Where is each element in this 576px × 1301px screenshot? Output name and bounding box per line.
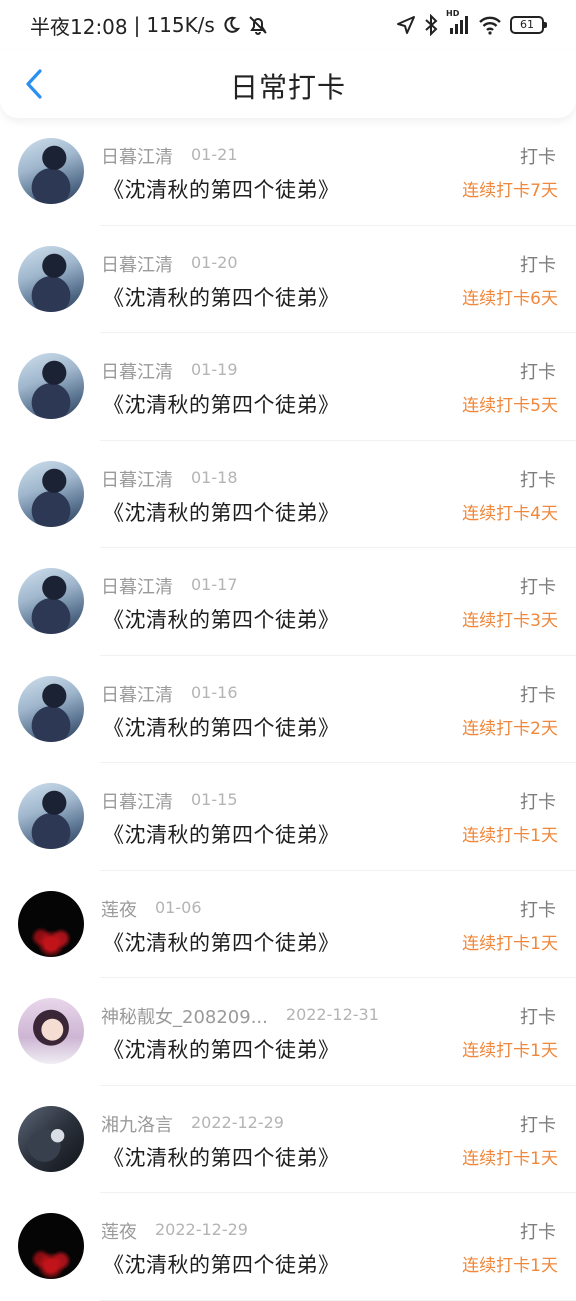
user-name[interactable]: 日暮江清	[101, 573, 173, 599]
streak-label: 连续打卡4天	[462, 503, 558, 524]
book-title[interactable]: 《沈清秋的第四个徒弟》	[103, 1142, 340, 1172]
checkin-list: 日暮江清 01-21 《沈清秋的第四个徒弟》 打卡 连续打卡7天 日暮江清 01-20 《沈清…	[0, 118, 576, 1301]
checkin-label: 打卡	[520, 577, 556, 598]
checkin-label: 打卡	[520, 684, 556, 706]
avatar[interactable]	[18, 138, 84, 204]
post-date: 01-16	[191, 682, 238, 702]
list-item[interactable]: 日暮江清 01-20 《沈清秋的第四个徒弟》 打卡连续打卡6天	[0, 226, 576, 334]
streak-label: 连续打卡7天	[462, 181, 558, 201]
list-item[interactable]: 日暮江清 01-19 《沈清秋的第四个徒弟》 打卡连续打卡5天	[0, 333, 576, 441]
page-title: 日常打卡	[229, 71, 346, 104]
avatar[interactable]	[18, 783, 84, 849]
streak-label: 连续打卡1天	[462, 1041, 558, 1061]
user-name[interactable]: 日暮江清	[101, 358, 173, 384]
book-title[interactable]: 《沈清秋的第四个徒弟》	[103, 927, 340, 957]
checkin-label: 打卡	[520, 362, 556, 383]
signal-icon: HD	[446, 9, 470, 35]
book-title[interactable]: 《沈清秋的第四个徒弟》	[103, 174, 340, 204]
status-time: 半夜12:08	[30, 14, 128, 39]
user-name[interactable]: 日暮江清	[101, 143, 173, 169]
list-item[interactable]: 神秘靓女_208209... 2022-12-31 《沈清秋的第四个徒弟》 打卡连续打…	[0, 978, 576, 1086]
avatar[interactable]	[18, 353, 84, 419]
streak-label: 连续打卡1天	[462, 1148, 558, 1169]
book-title[interactable]: 《沈清秋的第四个徒弟》	[103, 497, 340, 527]
avatar[interactable]	[18, 998, 84, 1064]
avatar[interactable]	[18, 890, 84, 957]
book-title[interactable]: 《沈清秋的第四个徒弟》	[103, 282, 340, 312]
list-item[interactable]: 莲夜 2022-12-29 《沈清秋的第四个徒弟》 打卡连续打卡1天	[0, 1193, 576, 1301]
checkin-label: 打卡	[520, 1007, 556, 1028]
status-bar: 半夜12:08 | 115K/s HD 61	[0, 0, 576, 50]
user-name[interactable]: 日暮江清	[101, 681, 173, 707]
list-item[interactable]: 莲夜 01-06 《沈清秋的第四个徒弟》 打卡连续打卡1天	[0, 871, 576, 979]
book-title[interactable]: 《沈清秋的第四个徒弟》	[103, 604, 340, 634]
battery-indicator: 61	[510, 16, 547, 34]
avatar[interactable]	[18, 460, 84, 527]
streak-label: 连续打卡3天	[462, 611, 558, 631]
checkin-label: 打卡	[520, 792, 556, 813]
user-name[interactable]: 神秘靓女_208209...	[101, 1003, 268, 1029]
checkin-label: 打卡	[520, 469, 556, 491]
checkin-label: 打卡	[520, 254, 556, 276]
list-item[interactable]: 湘九洛言 2022-12-29 《沈清秋的第四个徒弟》 打卡连续打卡1天	[0, 1086, 576, 1194]
moon-icon	[221, 15, 241, 35]
checkin-label: 打卡	[520, 147, 556, 168]
checkin-label: 打卡	[520, 1114, 556, 1136]
checkin-label: 打卡	[520, 1222, 556, 1243]
post-date: 2022-12-29	[155, 1220, 248, 1239]
post-date: 01-19	[191, 360, 238, 379]
wifi-icon	[478, 15, 502, 35]
streak-label: 连续打卡5天	[462, 396, 558, 416]
bluetooth-icon	[424, 14, 438, 36]
post-date: 01-20	[191, 252, 238, 272]
post-date: 01-15	[191, 790, 238, 809]
book-title[interactable]: 《沈清秋的第四个徒弟》	[103, 819, 340, 849]
post-date: 01-21	[191, 145, 238, 164]
book-title[interactable]: 《沈清秋的第四个徒弟》	[103, 389, 340, 419]
list-item[interactable]: 日暮江清 01-21 《沈清秋的第四个徒弟》 打卡连续打卡7天	[0, 118, 576, 226]
book-title[interactable]: 《沈清秋的第四个徒弟》	[103, 1249, 340, 1279]
user-name[interactable]: 日暮江清	[101, 788, 173, 814]
book-title[interactable]: 《沈清秋的第四个徒弟》	[103, 712, 340, 742]
streak-label: 连续打卡1天	[462, 826, 558, 846]
list-item[interactable]: 日暮江清 01-16 《沈清秋的第四个徒弟》 打卡连续打卡2天	[0, 656, 576, 764]
bell-muted-icon	[247, 14, 269, 36]
avatar[interactable]	[18, 675, 84, 742]
user-name[interactable]: 日暮江清	[101, 466, 173, 492]
streak-label: 连续打卡1天	[462, 933, 558, 954]
streak-label: 连续打卡1天	[462, 1256, 558, 1276]
avatar[interactable]	[18, 1213, 84, 1279]
location-icon	[396, 15, 416, 35]
book-title[interactable]: 《沈清秋的第四个徒弟》	[103, 1034, 340, 1064]
status-separator: |	[133, 13, 141, 37]
post-date: 2022-12-31	[285, 1005, 379, 1024]
streak-label: 连续打卡2天	[462, 718, 558, 739]
user-name[interactable]: 莲夜	[101, 896, 137, 922]
avatar[interactable]	[18, 245, 84, 312]
list-item[interactable]: 日暮江清 01-15 《沈清秋的第四个徒弟》 打卡连续打卡1天	[0, 763, 576, 871]
user-name[interactable]: 莲夜	[101, 1218, 137, 1244]
post-date: 01-18	[191, 467, 238, 487]
avatar[interactable]	[18, 1105, 84, 1172]
post-date: 2022-12-29	[191, 1112, 284, 1132]
list-item[interactable]: 日暮江清 01-17 《沈清秋的第四个徒弟》 打卡连续打卡3天	[0, 548, 576, 656]
status-net-speed: 115K/s	[146, 13, 215, 37]
user-name[interactable]: 湘九洛言	[101, 1111, 173, 1137]
post-date: 01-06	[155, 897, 202, 917]
list-item[interactable]: 日暮江清 01-18 《沈清秋的第四个徒弟》 打卡连续打卡4天	[0, 441, 576, 549]
streak-label: 连续打卡6天	[462, 288, 558, 309]
app-header: 日常打卡	[0, 50, 576, 118]
post-date: 01-17	[191, 575, 238, 594]
checkin-label: 打卡	[520, 899, 556, 921]
user-name[interactable]: 日暮江清	[101, 251, 173, 277]
avatar[interactable]	[18, 568, 84, 634]
